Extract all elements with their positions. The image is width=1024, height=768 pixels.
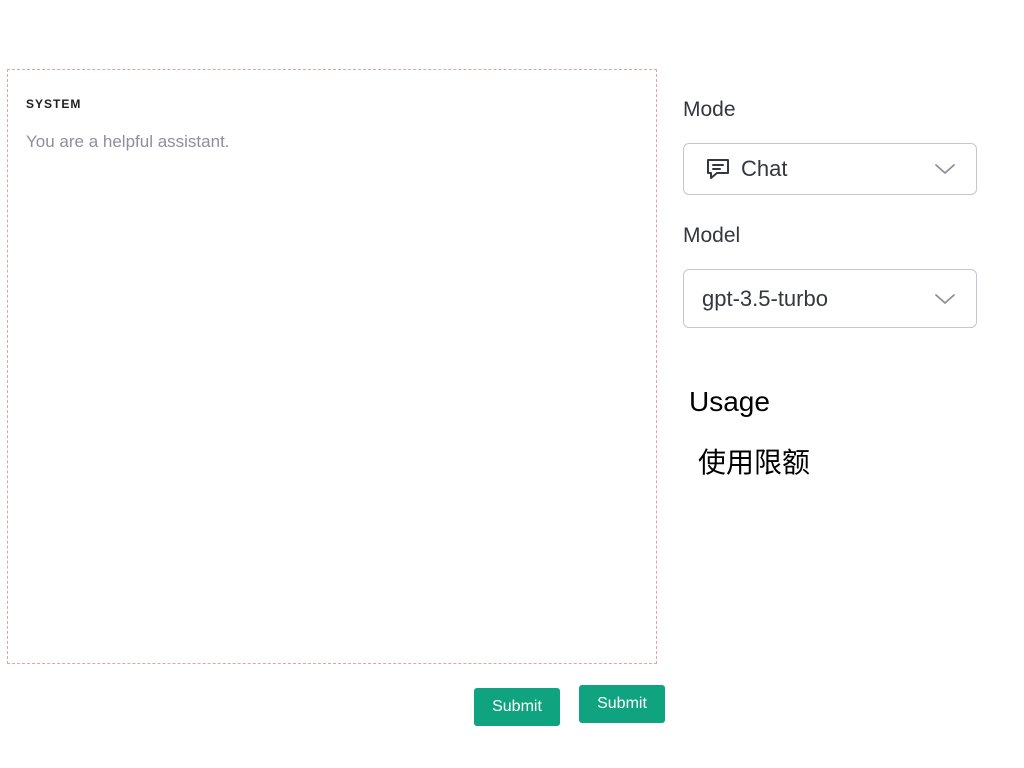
system-panel: SYSTEM [7, 69, 657, 664]
chat-icon [704, 156, 732, 182]
submit-button-secondary[interactable]: Submit [579, 685, 665, 723]
usage-limit-label: 使用限额 [698, 446, 811, 479]
submit-button[interactable]: Submit [474, 688, 560, 726]
model-label: Model [683, 224, 741, 247]
mode-selected-value: Chat [741, 156, 788, 181]
mode-select[interactable]: Chat [683, 143, 977, 195]
chevron-down-icon [934, 292, 956, 306]
playground-page: SYSTEM Submit Submit Mode Chat Model gpt… [0, 0, 1024, 768]
model-selected-value: gpt-3.5-turbo [702, 285, 828, 311]
mode-label: Mode [683, 98, 736, 121]
usage-title: Usage [689, 386, 770, 417]
chevron-down-icon [934, 162, 956, 176]
system-label: SYSTEM [26, 97, 82, 111]
model-select[interactable]: gpt-3.5-turbo [683, 269, 977, 328]
system-message-input[interactable] [18, 126, 638, 646]
